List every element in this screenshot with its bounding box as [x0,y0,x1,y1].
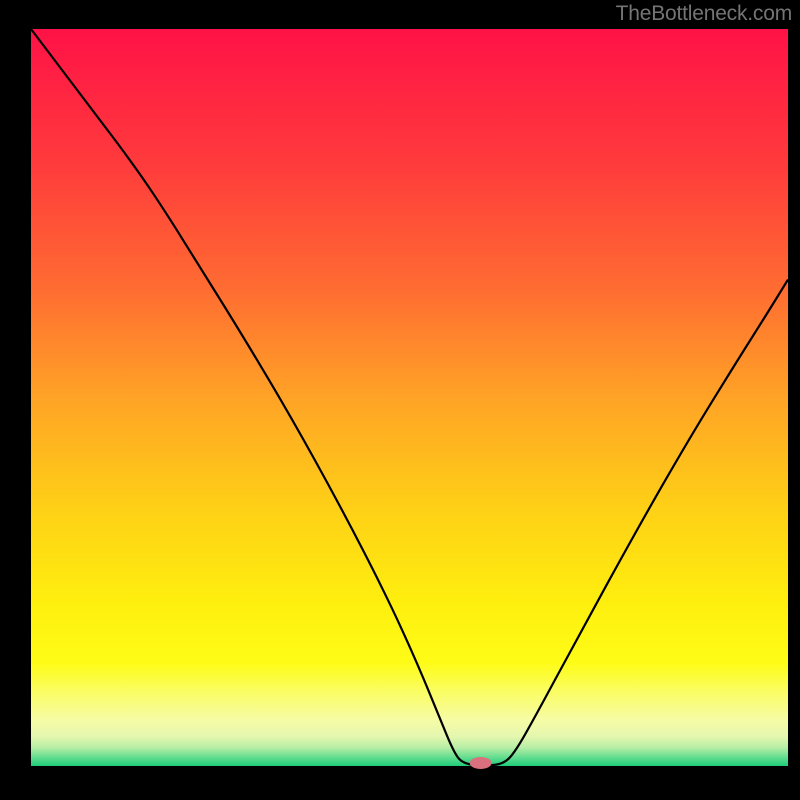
optimum-marker [470,757,492,769]
chart-frame: TheBottleneck.com [0,0,800,800]
bottleneck-chart [0,0,800,800]
plot-background [31,29,788,766]
attribution-label: TheBottleneck.com [616,2,792,26]
